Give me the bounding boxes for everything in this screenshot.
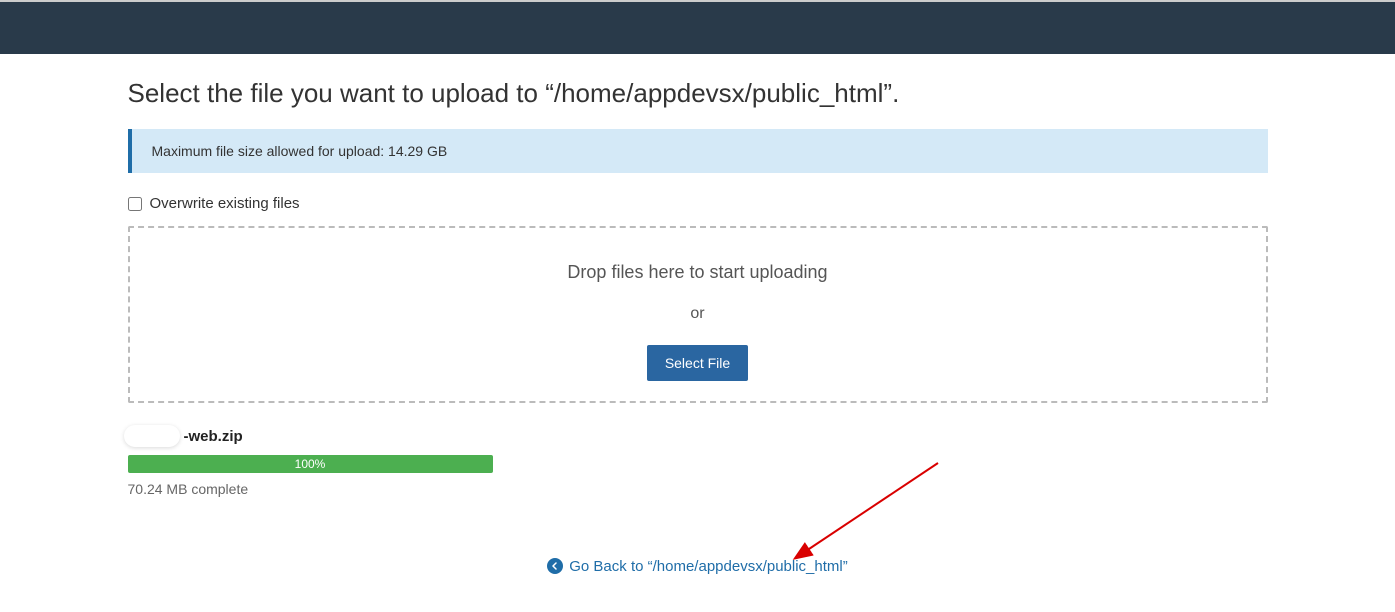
main-container: Select the file you want to upload to “/… <box>128 54 1268 599</box>
drop-zone[interactable]: Drop files here to start uploading or Se… <box>128 226 1268 403</box>
info-box: Maximum file size allowed for upload: 14… <box>128 129 1268 173</box>
select-file-button[interactable]: Select File <box>647 345 748 381</box>
title-suffix: . <box>892 78 899 108</box>
back-arrow-icon <box>547 558 563 574</box>
or-text: or <box>150 305 1246 323</box>
upload-filename: -web.zip <box>184 428 243 445</box>
overwrite-label[interactable]: Overwrite existing files <box>150 195 300 212</box>
filename-row: -web.zip <box>128 425 1268 447</box>
info-message: Maximum file size allowed for upload: 14… <box>152 143 448 159</box>
overwrite-checkbox[interactable] <box>128 197 142 211</box>
title-prefix: Select the file you want to upload to <box>128 78 546 108</box>
filename-redaction <box>124 425 180 447</box>
go-back-row: Go Back to “/home/appdevsx/public_html” <box>128 557 1268 575</box>
header-bar <box>0 2 1395 54</box>
go-back-text: Go Back to “/home/appdevsx/public_html” <box>569 558 847 575</box>
upload-path: “/home/appdevsx/public_html” <box>545 78 892 108</box>
progress-bar: 100% <box>128 455 493 473</box>
upload-status: 70.24 MB complete <box>128 481 1268 497</box>
upload-item: -web.zip 100% 70.24 MB complete <box>128 425 1268 497</box>
overwrite-row: Overwrite existing files <box>128 195 1268 212</box>
page-title: Select the file you want to upload to “/… <box>128 78 1268 109</box>
drop-text: Drop files here to start uploading <box>150 262 1246 283</box>
go-back-link[interactable]: Go Back to “/home/appdevsx/public_html” <box>547 558 847 575</box>
